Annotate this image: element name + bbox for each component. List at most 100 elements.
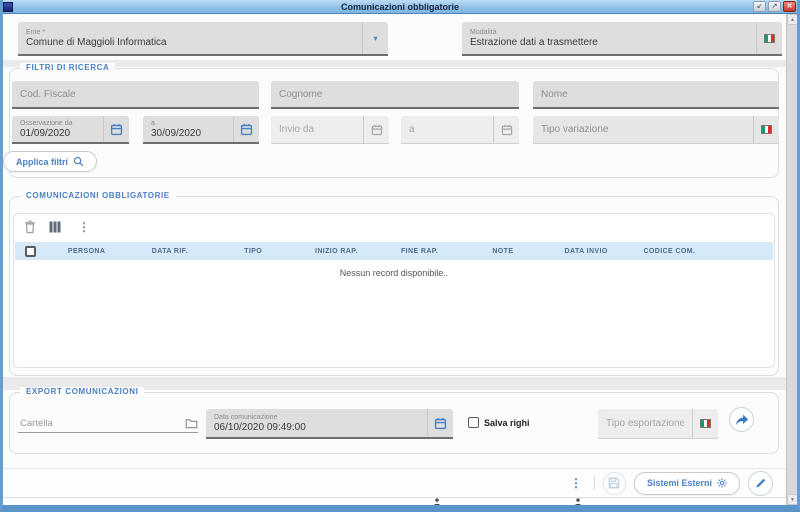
cognome-field[interactable] bbox=[271, 81, 519, 109]
tipo-variazione-flag-button[interactable] bbox=[753, 116, 779, 143]
italy-flag-icon bbox=[700, 419, 711, 428]
calendar-icon bbox=[434, 417, 447, 430]
sistemi-esterni-button[interactable]: Sistemi Esterni bbox=[634, 472, 740, 495]
chevron-down-icon: ▾ bbox=[373, 34, 377, 43]
comunicazioni-legend: COMUNICAZIONI OBBLIGATORIE bbox=[20, 191, 176, 200]
column-header-fine-rap[interactable]: FINE RAP. bbox=[378, 248, 461, 255]
osservazione-da-calendar-button[interactable] bbox=[103, 116, 129, 142]
modalita-label: Modalità bbox=[470, 28, 748, 37]
window-title: Comunicazioni obbligatorie bbox=[0, 0, 800, 14]
tipo-variazione-input[interactable] bbox=[533, 124, 753, 135]
invio-a-calendar-button bbox=[493, 116, 519, 143]
ente-label: Ente * bbox=[26, 28, 354, 37]
ente-text: Ente * Comune di Maggioli Informatica bbox=[18, 26, 362, 51]
trash-icon[interactable] bbox=[24, 220, 36, 234]
close-button[interactable]: ✕ bbox=[783, 1, 796, 12]
save-button[interactable] bbox=[603, 472, 626, 495]
grid-menu-button[interactable]: ⋮ bbox=[74, 220, 94, 234]
calendar-icon bbox=[110, 123, 123, 136]
ente-dropdown-button[interactable]: ▾ bbox=[362, 22, 388, 54]
invio-da-input[interactable] bbox=[271, 124, 363, 135]
nome-field[interactable] bbox=[533, 81, 779, 109]
window-content: Ente * Comune di Maggioli Informatica ▾ … bbox=[3, 14, 797, 505]
modalita-value: Estrazione dati a trasmettere bbox=[470, 37, 748, 49]
app-window: Comunicazioni obbligatorie ↙ ↗ ✕ Ente * … bbox=[0, 0, 800, 512]
column-header-persona[interactable]: PERSONA bbox=[45, 248, 128, 255]
export-button[interactable] bbox=[729, 407, 754, 432]
column-header-data-invio[interactable]: DATA INVIO bbox=[545, 248, 628, 255]
osservazione-da-label: Osservazione da bbox=[20, 119, 95, 128]
restore-down-button[interactable]: ↙ bbox=[753, 1, 766, 12]
filtri-di-ricerca-section: FILTRI DI RICERCA Osservazione da 01/09/… bbox=[9, 68, 779, 178]
grid-header-row: PERSONA DATA RIF. TIPO INIZIO RAP. FINE … bbox=[15, 242, 773, 260]
column-header-note[interactable]: NOTE bbox=[461, 248, 544, 255]
maximize-button[interactable]: ↗ bbox=[768, 1, 781, 12]
salva-righi-row: Salva righi bbox=[468, 417, 530, 428]
sistemi-esterni-label: Sistemi Esterni bbox=[647, 478, 712, 488]
osservazione-da-field[interactable]: Osservazione da 01/09/2020 bbox=[12, 116, 129, 144]
data-comunicazione-label: Data comunicazione bbox=[214, 413, 419, 422]
section-divider bbox=[3, 60, 786, 67]
data-comunicazione-value: 06/10/2020 09:49:00 bbox=[214, 422, 419, 434]
modalita-text: Modalità Estrazione dati a trasmettere bbox=[462, 26, 756, 51]
tipo-esportazione-input[interactable] bbox=[598, 418, 692, 429]
columns-icon[interactable] bbox=[49, 221, 61, 233]
column-header-data-rif[interactable]: DATA RIF. bbox=[128, 248, 211, 255]
calendar-icon bbox=[240, 123, 253, 136]
select-all-cell bbox=[15, 246, 45, 257]
invio-a-input[interactable] bbox=[401, 124, 493, 135]
cartella-field[interactable] bbox=[18, 415, 198, 433]
column-header-codice-com[interactable]: CODICE COM. bbox=[628, 248, 711, 255]
italy-flag-icon bbox=[764, 34, 775, 43]
calendar-icon bbox=[371, 124, 383, 136]
grid-card: ⋮ PERSONA DATA RIF. TIPO INIZIO RAP. FIN… bbox=[13, 213, 775, 368]
search-icon bbox=[73, 156, 84, 167]
scroll-up-button[interactable]: ▲ bbox=[787, 14, 798, 25]
edit-button[interactable] bbox=[748, 471, 773, 496]
user-icon bbox=[574, 498, 582, 506]
osservazione-a-field[interactable]: a 30/09/2020 bbox=[143, 116, 259, 144]
osservazione-da-text: Osservazione da 01/09/2020 bbox=[12, 117, 103, 142]
scroll-down-button[interactable]: ▼ bbox=[787, 494, 798, 505]
ente-select[interactable]: Ente * Comune di Maggioli Informatica ▾ bbox=[18, 22, 388, 56]
nome-input[interactable] bbox=[533, 89, 779, 100]
osservazione-da-value: 01/09/2020 bbox=[20, 128, 95, 140]
osservazione-a-calendar-button[interactable] bbox=[233, 116, 259, 142]
filtri-legend: FILTRI DI RICERCA bbox=[20, 63, 115, 72]
modalita-flag-button[interactable] bbox=[756, 22, 782, 54]
salva-righi-label: Salva righi bbox=[484, 418, 530, 428]
footer-menu-button[interactable]: ⋮ bbox=[566, 476, 586, 490]
cognome-input[interactable] bbox=[271, 89, 519, 100]
select-all-checkbox[interactable] bbox=[25, 246, 36, 257]
folder-icon[interactable] bbox=[185, 418, 198, 429]
share-arrow-icon bbox=[735, 414, 749, 426]
osservazione-a-label: a bbox=[151, 119, 225, 128]
window-controls: ↙ ↗ ✕ bbox=[753, 1, 796, 12]
cod-fiscale-field[interactable] bbox=[12, 81, 259, 109]
applica-filtri-label: Applica filtri bbox=[16, 157, 68, 167]
italy-flag-icon bbox=[761, 125, 772, 134]
vertical-scrollbar[interactable]: ▲ ▼ bbox=[786, 14, 797, 505]
gear-icon bbox=[717, 478, 727, 488]
tipo-esportazione-flag-button bbox=[692, 409, 718, 438]
footer-separator bbox=[594, 476, 595, 490]
salva-righi-checkbox[interactable] bbox=[468, 417, 479, 428]
tipo-esportazione-field bbox=[598, 409, 718, 439]
window-titlebar: Comunicazioni obbligatorie ↙ ↗ ✕ bbox=[0, 0, 800, 14]
invio-a-field bbox=[401, 116, 519, 144]
modalita-select[interactable]: Modalità Estrazione dati a trasmettere bbox=[462, 22, 782, 56]
ente-value: Comune di Maggioli Informatica bbox=[26, 37, 354, 49]
column-header-tipo[interactable]: TIPO bbox=[212, 248, 295, 255]
data-comunicazione-field[interactable]: Data comunicazione 06/10/2020 09:49:00 bbox=[206, 409, 453, 439]
cartella-input[interactable] bbox=[18, 418, 185, 432]
data-comunicazione-calendar-button[interactable] bbox=[427, 409, 453, 437]
invio-da-field bbox=[271, 116, 389, 144]
cod-fiscale-input[interactable] bbox=[12, 89, 259, 100]
applica-filtri-button[interactable]: Applica filtri bbox=[3, 151, 97, 172]
pencil-icon bbox=[755, 477, 767, 489]
status-strip bbox=[3, 497, 786, 505]
app-icon bbox=[3, 2, 13, 12]
column-header-inizio-rap[interactable]: INIZIO RAP. bbox=[295, 248, 378, 255]
tipo-variazione-field[interactable] bbox=[533, 116, 779, 144]
empty-state-message: Nessun record disponibile.. bbox=[14, 268, 774, 278]
